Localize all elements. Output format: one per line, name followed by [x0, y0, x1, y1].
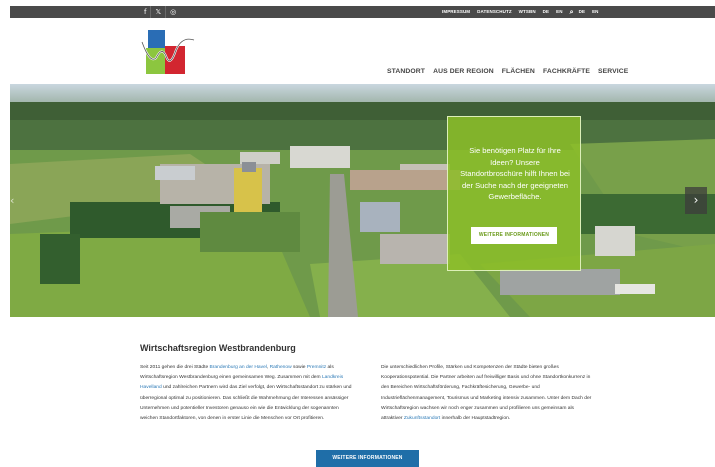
col2-text-1: Die unterschiedlichen Profile, Stärken u…: [381, 365, 592, 422]
search-icon[interactable]: ⌕: [570, 6, 574, 18]
topnav-wtsbn[interactable]: WTSBN: [519, 6, 536, 18]
carousel-prev-arrow[interactable]: ‹: [10, 187, 20, 214]
social-links: f 𝕏 ◎: [140, 6, 180, 18]
topnav-datenschutz[interactable]: DATENSCHUTZ: [477, 6, 512, 18]
link-rathenow[interactable]: Rathenow: [270, 365, 292, 370]
col2-text-2: innerhalb der Hauptstadtregion.: [440, 416, 511, 422]
link-brandenburg[interactable]: Brandenburg an der Havel: [210, 365, 267, 370]
nav-aus-der-region[interactable]: AUS DER REGION: [433, 68, 494, 75]
instagram-icon[interactable]: ◎: [166, 6, 180, 18]
logo[interactable]: [140, 28, 196, 76]
logo-mark-icon: [141, 30, 195, 74]
topnav-lang-en[interactable]: EN: [556, 6, 562, 18]
aerial-photo: [10, 84, 715, 317]
lang-de-2[interactable]: DE: [579, 6, 585, 18]
facebook-icon[interactable]: f: [140, 6, 152, 18]
topnav-impressum[interactable]: IMPRESSUM: [442, 6, 470, 18]
x-icon[interactable]: 𝕏: [151, 6, 167, 18]
col1-text-3: sowie: [291, 365, 307, 370]
section-title: Wirtschaftsregion Westbrandenburg: [140, 343, 296, 353]
intro-column-right: Die unterschiedlichen Profile, Stärken u…: [381, 363, 596, 424]
carousel-next-arrow[interactable]: ›: [685, 187, 707, 214]
hero-callout-box: Sie benötigen Platz für Ihre Ideen? Unse…: [447, 116, 581, 271]
callout-more-info-button[interactable]: WEITERE INFORMATIONEN: [471, 227, 557, 244]
link-premnitz[interactable]: Premnitz: [307, 365, 326, 370]
lang-en-2[interactable]: EN: [592, 6, 598, 18]
main-nav: STANDORT AUS DER REGION FLÄCHEN FACHKRÄF…: [387, 68, 636, 75]
nav-flaechen[interactable]: FLÄCHEN: [502, 68, 535, 75]
callout-text: Sie benötigen Platz für Ihre Ideen? Unse…: [460, 146, 570, 202]
col1-text-5: und zahlreichen Partnern wird das Ziel v…: [140, 385, 352, 422]
nav-standort[interactable]: STANDORT: [387, 68, 425, 75]
top-bar: f 𝕏 ◎ IMPRESSUM DATENSCHUTZ WTSBN DE EN …: [10, 6, 715, 18]
hero-image: [10, 84, 715, 317]
nav-service[interactable]: SERVICE: [598, 68, 628, 75]
nav-fachkraefte[interactable]: FACHKRÄFTE: [543, 68, 590, 75]
topnav-lang-de[interactable]: DE: [543, 6, 549, 18]
intro-column-left: Seit 2011 gehen die drei Städte Brandenb…: [140, 363, 355, 424]
top-nav: IMPRESSUM DATENSCHUTZ WTSBN DE EN ⌕ DE E…: [442, 6, 606, 18]
more-info-button[interactable]: WEITERE INFORMATIONEN: [316, 450, 419, 467]
link-zukunftsstandort[interactable]: Zukunftsstandort: [404, 416, 440, 421]
col1-text-1: Seit 2011 gehen die drei Städte: [140, 365, 210, 370]
